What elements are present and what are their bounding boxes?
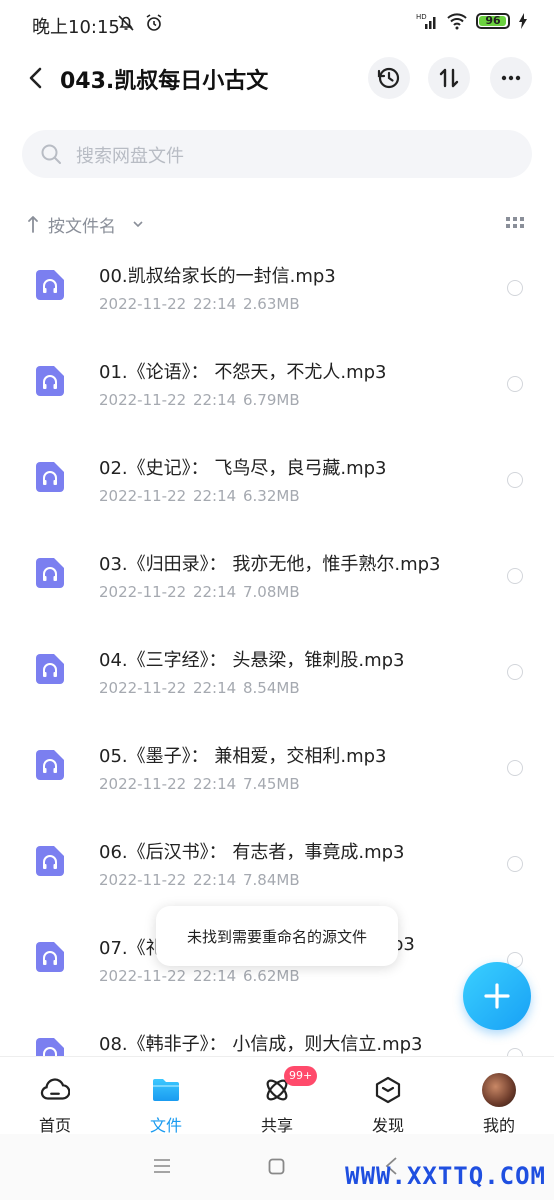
svg-text:HD: HD <box>416 13 427 21</box>
nav-files-label: 文件 <box>149 1116 182 1135</box>
select-radio[interactable] <box>507 472 523 488</box>
file-meta: 2022-11-22 22:14 6.79MB <box>99 391 300 409</box>
sort-arrows-icon <box>439 68 459 88</box>
file-name: 06.《后汉书》： 有志者，事竟成.mp3 <box>99 842 405 863</box>
status-bar: 晚上10:15 HD 96 <box>0 0 554 50</box>
battery-icon: 96 <box>476 13 510 29</box>
search-input[interactable]: 搜索网盘文件 <box>22 130 532 178</box>
sort-up-arrow-icon[interactable] <box>26 214 40 234</box>
grid-view-icon[interactable] <box>506 216 524 230</box>
plus-icon <box>484 983 510 1009</box>
file-meta: 2022-11-22 22:14 6.62MB <box>99 967 300 985</box>
audio-file-icon <box>36 558 64 588</box>
nav-share[interactable]: 99+ 共享 <box>222 1057 332 1135</box>
file-meta: 2022-11-22 22:14 6.32MB <box>99 487 300 505</box>
select-radio[interactable] <box>507 1048 523 1056</box>
home-square-icon[interactable] <box>268 1158 285 1175</box>
file-row[interactable]: 03.《归田录》： 我亦无他，惟手熟尔.mp3 2022-11-22 22:14… <box>0 528 554 624</box>
audio-file-icon <box>36 942 64 972</box>
audio-file-icon <box>36 846 64 876</box>
share-badge: 99+ <box>284 1066 318 1086</box>
nav-discover-label: 发现 <box>371 1116 404 1135</box>
file-row[interactable]: 01.《论语》： 不怨天，不尤人.mp3 2022-11-22 22:14 6.… <box>0 336 554 432</box>
nav-home[interactable]: 首页 <box>0 1057 110 1135</box>
file-name: 01.《论语》： 不怨天，不尤人.mp3 <box>99 362 387 383</box>
audio-file-icon <box>36 750 64 780</box>
signal-icon: HD <box>416 13 436 29</box>
audio-file-icon <box>36 654 64 684</box>
cloud-icon <box>40 1078 70 1100</box>
status-time: 晚上10:15 <box>32 17 120 38</box>
nav-me[interactable]: 我的 <box>444 1057 554 1135</box>
file-row[interactable]: 02.《史记》： 飞鸟尽，良弓藏.mp3 2022-11-22 22:14 6.… <box>0 432 554 528</box>
file-name: 00.凯叔给家长的一封信.mp3 <box>99 266 336 287</box>
select-radio[interactable] <box>507 568 523 584</box>
file-name: 04.《三字经》： 头悬梁，锥刺股.mp3 <box>99 650 405 671</box>
sort-bar: 按文件名 <box>26 208 530 240</box>
select-radio[interactable] <box>507 376 523 392</box>
sort-by-filename[interactable]: 按文件名 <box>48 212 116 237</box>
audio-file-icon <box>36 366 64 396</box>
folder-icon <box>153 1079 179 1101</box>
wifi-icon <box>447 13 467 30</box>
select-radio[interactable] <box>507 664 523 680</box>
chevron-down-icon[interactable] <box>132 220 144 230</box>
charging-icon <box>519 13 527 29</box>
file-row[interactable]: 04.《三字经》： 头悬梁，锥刺股.mp3 2022-11-22 22:14 8… <box>0 624 554 720</box>
bottom-nav: 首页 文件 99+ 共享 发现 我的 <box>0 1056 554 1135</box>
menu-icon[interactable] <box>153 1158 171 1174</box>
search-placeholder: 搜索网盘文件 <box>76 146 184 167</box>
file-meta: 2022-11-22 22:14 8.54MB <box>99 679 300 697</box>
select-radio[interactable] <box>507 280 523 296</box>
mute-bell-icon <box>118 15 134 31</box>
file-name: 05.《墨子》： 兼相爱，交相利.mp3 <box>99 746 387 767</box>
audio-file-icon <box>36 1038 64 1056</box>
file-name: 07.《礼 <box>99 938 164 959</box>
more-button[interactable] <box>490 57 532 99</box>
discover-icon <box>375 1076 401 1104</box>
file-name: 02.《史记》： 飞鸟尽，良弓藏.mp3 <box>99 458 387 479</box>
sort-order-button[interactable] <box>428 57 470 99</box>
more-dots-icon <box>501 75 521 81</box>
nav-me-label: 我的 <box>482 1116 515 1135</box>
watermark-text: WWW.XXTTQ.COM <box>345 1162 546 1190</box>
file-meta: 2022-11-22 22:14 2.63MB <box>99 295 300 313</box>
history-icon <box>377 67 400 89</box>
audio-file-icon <box>36 270 64 300</box>
nav-discover[interactable]: 发现 <box>333 1057 443 1135</box>
file-row[interactable]: 06.《后汉书》： 有志者，事竟成.mp3 2022-11-22 22:14 7… <box>0 816 554 912</box>
app-header: 043.凯叔每日小古文 <box>0 55 554 103</box>
avatar <box>482 1073 516 1107</box>
file-row[interactable]: 00.凯叔给家长的一封信.mp3 2022-11-22 22:14 2.63MB <box>0 240 554 336</box>
select-radio[interactable] <box>507 856 523 872</box>
history-button[interactable] <box>368 57 410 99</box>
file-meta: 2022-11-22 22:14 7.45MB <box>99 775 300 793</box>
nav-share-label: 共享 <box>260 1116 293 1135</box>
file-meta: 2022-11-22 22:14 7.08MB <box>99 583 300 601</box>
page-title: 043.凯叔每日小古文 <box>60 69 269 94</box>
battery-level: 96 <box>485 14 501 27</box>
nav-home-label: 首页 <box>38 1116 71 1135</box>
add-button[interactable] <box>463 962 531 1030</box>
toast-message: 未找到需要重命名的源文件 <box>156 906 398 966</box>
nav-files[interactable]: 文件 <box>111 1057 221 1135</box>
file-row[interactable]: 05.《墨子》： 兼相爱，交相利.mp3 2022-11-22 22:14 7.… <box>0 720 554 816</box>
file-name: 08.《韩非子》： 小信成，则大信立.mp3 <box>99 1034 423 1055</box>
audio-file-icon <box>36 462 64 492</box>
select-radio[interactable] <box>507 760 523 776</box>
alarm-icon <box>146 14 162 31</box>
search-icon <box>41 144 61 164</box>
back-arrow-icon[interactable] <box>22 63 52 93</box>
file-name: 03.《归田录》： 我亦无他，惟手熟尔.mp3 <box>99 554 441 575</box>
file-meta: 2022-11-22 22:14 7.84MB <box>99 871 300 889</box>
